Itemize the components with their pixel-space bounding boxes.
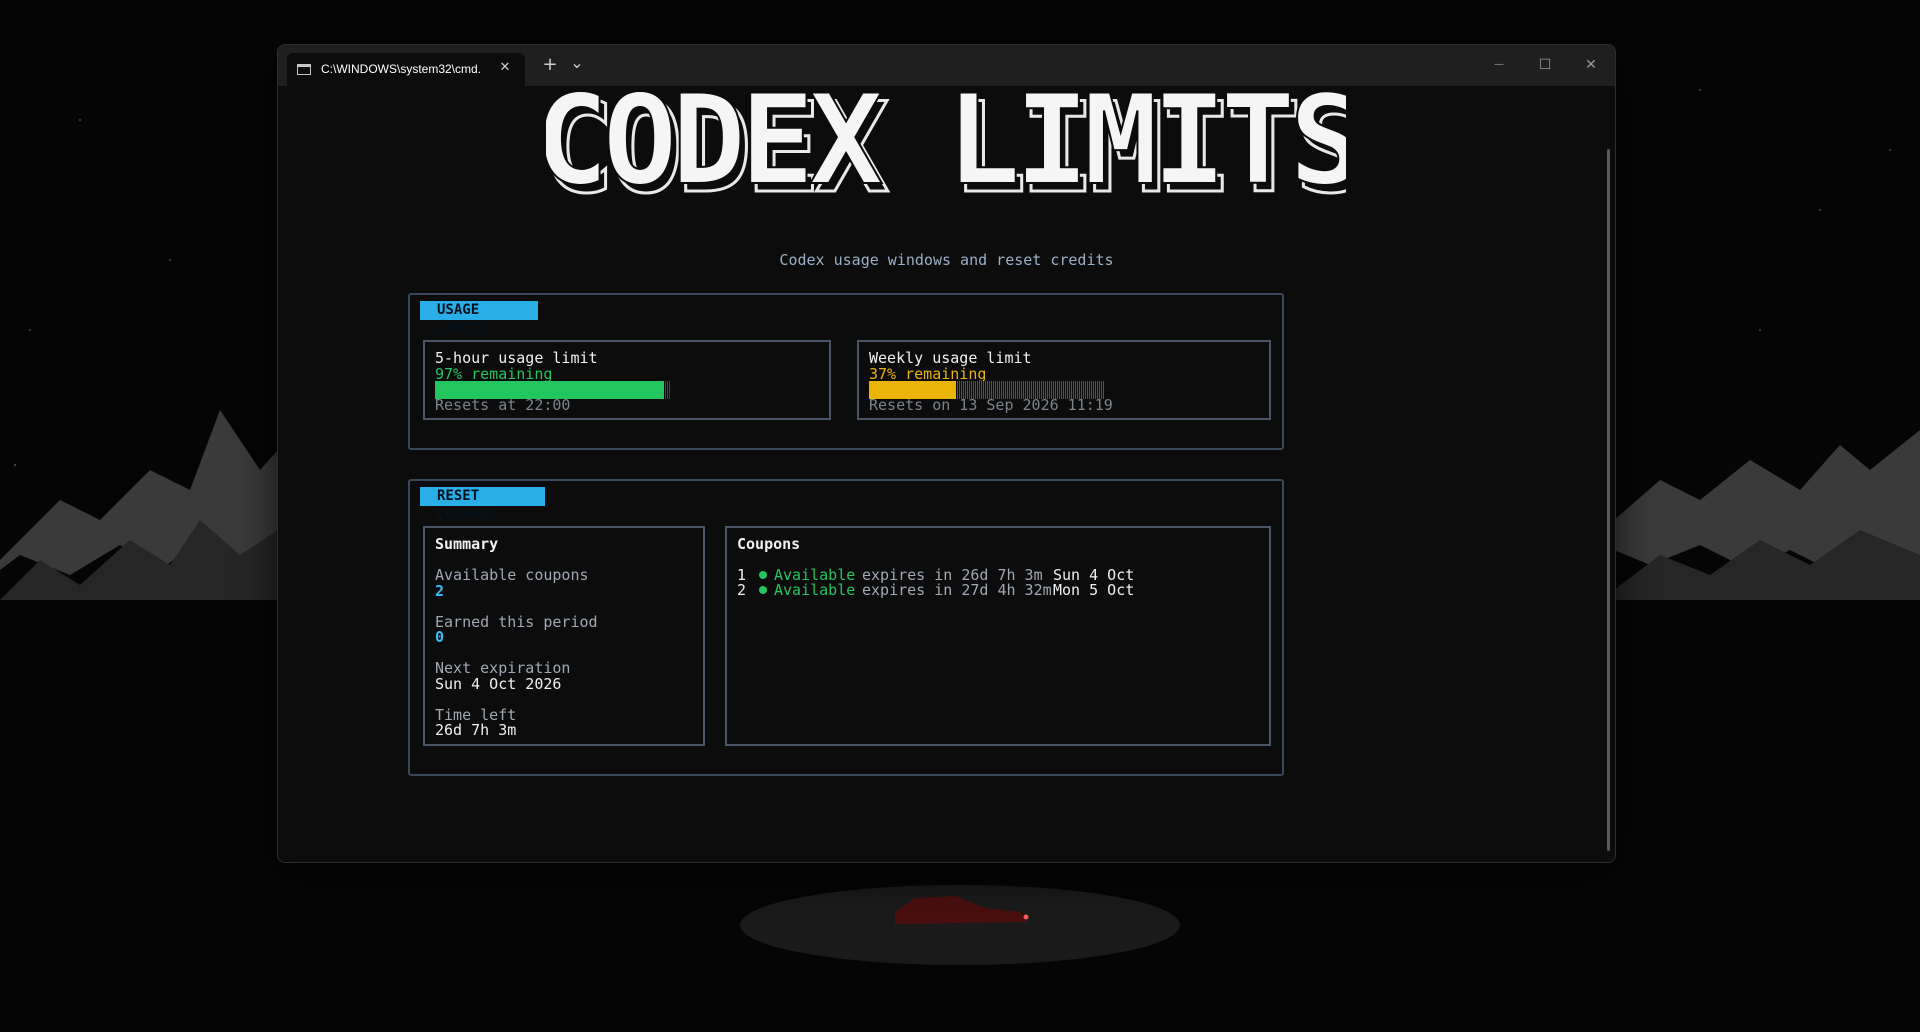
new-tab-button[interactable]: + (540, 54, 560, 75)
minimize-button[interactable]: — (1476, 45, 1522, 86)
subtitle: Codex usage windows and reset credits (779, 251, 1114, 269)
available-coupons-value: 2 (435, 582, 445, 600)
banner-title: CODEX LIMITS CODEX LIMITS (546, 88, 1346, 196)
summary-box: Summary Available coupons 2 Earned this … (423, 526, 705, 746)
maximize-button[interactable]: ☐ (1522, 45, 1568, 86)
status-dot-icon (759, 571, 767, 579)
tab-title: C:\WINDOWS\system32\cmd. (321, 62, 482, 76)
cmd-icon (297, 64, 311, 75)
terminal-window: C:\WINDOWS\system32\cmd. ✕ + ⌄ — ☐ ✕ COD… (277, 44, 1616, 863)
reset-coupons-label: RESET COUPONS (420, 487, 545, 523)
coupon-date: Mon 5 Oct (1053, 581, 1135, 599)
banner-text: CODEX LIMITS (546, 88, 1346, 196)
earned-value: 0 (435, 628, 445, 646)
next-expiration-value: Sun 4 Oct 2026 (435, 675, 562, 693)
summary-title: Summary (435, 535, 499, 553)
time-left-value: 26d 7h 3m (435, 721, 517, 739)
reset-coupons-panel: RESET COUPONS Summary Available coupons … (408, 479, 1284, 776)
available-coupons-label: Available coupons (435, 566, 589, 584)
tab-cmd[interactable]: C:\WINDOWS\system32\cmd. ✕ (287, 53, 525, 86)
weekly-reset: Resets on 13 Sep 2026 11:19 (869, 396, 1113, 414)
tab-close-icon[interactable]: ✕ (495, 58, 515, 78)
coupons-title: Coupons (737, 535, 801, 553)
coupons-list-box: Coupons 1 Available expires in 26d 7h 3m… (725, 526, 1271, 746)
five-hour-reset: Resets at 22:00 (435, 396, 571, 414)
terminal-content: CODEX LIMITS CODEX LIMITS Codex usage wi… (278, 86, 1615, 862)
close-button[interactable]: ✕ (1568, 45, 1614, 86)
usage-limits-label: USAGE LIMITS (420, 301, 538, 337)
coupon-expires: expires in 27d 4h 32m (862, 581, 1052, 599)
coupon-index: 2 (737, 581, 747, 599)
usage-limits-panel: USAGE LIMITS 5-hour usage limit 97% rema… (408, 293, 1284, 450)
coupon-status: Available (774, 581, 856, 599)
earned-label: Earned this period (435, 613, 598, 631)
status-dot-icon (759, 586, 767, 594)
weekly-limit-box: Weekly usage limit 37% remaining Resets … (857, 340, 1271, 420)
title-bar: C:\WINDOWS\system32\cmd. ✕ + ⌄ — ☐ ✕ (278, 45, 1615, 86)
five-hour-limit-box: 5-hour usage limit 97% remaining Resets … (423, 340, 831, 420)
tab-dropdown-icon[interactable]: ⌄ (567, 53, 587, 72)
